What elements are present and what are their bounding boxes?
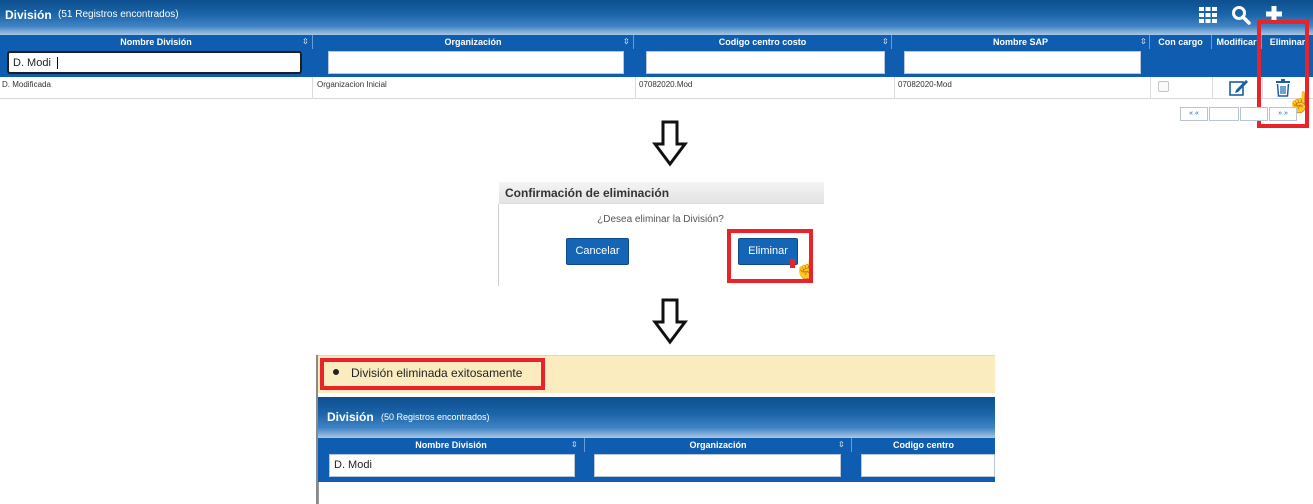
search-icon[interactable] <box>1231 5 1251 25</box>
cell-codigo-centro-costo: 07082020.Mod <box>637 77 895 99</box>
sort-icon[interactable]: ⇳ <box>571 438 578 452</box>
column-nombre-sap[interactable]: Nombre SAP <box>892 35 1150 49</box>
column-nombre-division[interactable]: Nombre División <box>0 35 313 49</box>
highlight-box <box>727 229 813 283</box>
column-organizacion[interactable]: Organización <box>313 35 634 49</box>
grid-icon[interactable] <box>1198 6 1218 24</box>
filter-codigo-centro-costo-input[interactable] <box>646 51 885 74</box>
cancel-button[interactable]: Cancelar <box>566 238 629 265</box>
filter-nombre-sap-input[interactable] <box>904 51 1141 74</box>
filter-row: D. Modi <box>318 452 995 482</box>
cell-organizacion: Organizacion Inicial <box>315 77 636 99</box>
down-arrow-icon <box>652 298 688 345</box>
filter-codigo-centro-costo-input[interactable] <box>861 454 995 477</box>
pager-page-box[interactable] <box>1240 107 1268 121</box>
pager-last-button[interactable]: » » <box>1269 107 1297 121</box>
grid-title: División <box>327 410 374 424</box>
pager-page-box[interactable] <box>1209 107 1239 121</box>
filter-nombre-division-input[interactable]: D. Modi <box>7 51 302 74</box>
edit-icon[interactable] <box>1228 78 1250 98</box>
column-modificar: Modificar <box>1212 35 1262 49</box>
sort-icon[interactable]: ⇳ <box>302 35 309 49</box>
cell-nombre-sap: 07082020-Mod <box>896 77 1151 99</box>
sort-icon[interactable]: ⇳ <box>623 35 630 49</box>
dialog-title: Confirmación de eliminación <box>505 186 670 200</box>
grid-body <box>318 482 995 504</box>
grid-title: División <box>5 8 52 22</box>
records-count: (51 Registros encontrados) <box>58 9 179 20</box>
pager-first-button[interactable]: « « <box>1180 107 1208 121</box>
down-arrow-icon <box>652 120 688 167</box>
sort-icon[interactable]: ⇳ <box>882 35 889 49</box>
filter-organizacion-input[interactable] <box>594 454 841 477</box>
filter-row: D. Modi <box>0 49 1313 77</box>
filter-nombre-division-input[interactable]: D. Modi <box>329 454 575 477</box>
table-row: D. Modificada Organizacion Inicial 07082… <box>0 77 1313 99</box>
cell-nombre-division: D. Modificada <box>0 77 313 99</box>
column-con-cargo: Con cargo <box>1150 35 1212 49</box>
column-organizacion[interactable]: Organización <box>585 438 852 452</box>
column-nombre-division[interactable]: Nombre División <box>318 438 585 452</box>
column-codigo-centro-costo[interactable]: Codigo centro costo <box>634 35 892 49</box>
sort-icon[interactable]: ⇳ <box>838 438 845 452</box>
highlight-box <box>320 358 545 390</box>
column-header-row: Nombre División ⇳ Organización ⇳ Codigo … <box>0 35 1313 49</box>
dialog-message: ¿Desea eliminar la División? <box>597 214 724 225</box>
con-cargo-checkbox[interactable] <box>1158 81 1169 92</box>
grid-header <box>0 0 1313 35</box>
filter-organizacion-input[interactable] <box>328 51 624 74</box>
column-codigo-centro-costo[interactable]: Codigo centro <box>852 438 995 452</box>
records-count: (50 Registros encontrados) <box>381 412 490 422</box>
column-header-row: Nombre División ⇳ Organización ⇳ Codigo … <box>318 438 995 452</box>
